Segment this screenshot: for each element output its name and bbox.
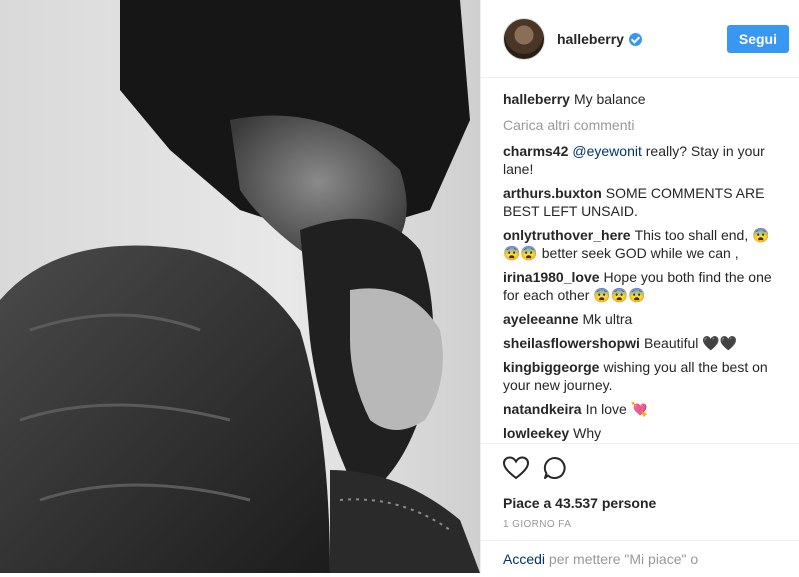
header-username[interactable]: halleberry [557, 31, 624, 47]
comment-mention[interactable]: @eyewonit [572, 143, 641, 159]
comment-icon[interactable] [543, 456, 567, 485]
comment-item: irina1980_love Hope you both find the one… [503, 268, 775, 304]
comment-username[interactable]: charms42 [503, 143, 568, 159]
comment-item: ayeleeanne Mk ultra [503, 310, 775, 328]
login-prompt-text: per mettere "Mi piace" o [545, 551, 699, 567]
comment-username[interactable]: onlytruthover_here [503, 227, 631, 243]
login-prompt: Accedi per mettere "Mi piace" o [481, 540, 799, 577]
comment-username[interactable]: lowleekey [503, 425, 569, 441]
caption-username[interactable]: halleberry [503, 91, 570, 107]
comment-item: charms42 @eyewonit really? Stay in your l… [503, 142, 775, 178]
follow-button[interactable]: Segui [726, 24, 789, 53]
caption-text: My balance [573, 91, 646, 107]
avatar[interactable] [503, 17, 545, 60]
post-photo[interactable] [0, 0, 480, 573]
verified-badge-icon [628, 33, 642, 46]
comment-username[interactable]: sheilasflowershopwi [503, 335, 640, 351]
action-icons [502, 456, 777, 485]
comment-username[interactable]: irina1980_love [503, 269, 600, 285]
post-actions: Piace a 43.537 persone 1 GIORNO FA [481, 443, 799, 530]
comment-username[interactable]: arthurs.buxton [503, 185, 602, 201]
comment-item: onlytruthover_here This too shall end, 😨😨… [503, 226, 775, 262]
instagram-post: halleberry Segui halleberry My balance Ca… [0, 0, 799, 573]
post-header: halleberry Segui [481, 0, 799, 78]
comment-text: Mk ultra [582, 311, 633, 327]
load-more-comments[interactable]: Carica altri commenti [503, 116, 775, 134]
likes-count[interactable]: Piace a 43.537 persone [503, 495, 777, 511]
comment-item: natandkeira In love 💘 [503, 400, 775, 418]
comment-text: Why [573, 425, 602, 441]
login-link[interactable]: Accedi [503, 551, 545, 567]
comment-username[interactable]: natandkeira [503, 401, 582, 417]
comment-username[interactable]: kingbiggeorge [503, 359, 599, 375]
comment-item: kingbiggeorge wishing you all the best on… [503, 358, 775, 394]
post-sidebar: halleberry Segui halleberry My balance Ca… [480, 0, 799, 573]
post-timestamp: 1 GIORNO FA [503, 519, 572, 530]
comment-text: Beautiful 🖤🖤 [643, 335, 738, 351]
comment-username[interactable]: ayeleeanne [503, 311, 579, 327]
comments-list: halleberry My balance Carica altri commen… [481, 78, 799, 442]
heart-icon[interactable] [502, 456, 530, 485]
comment-text: In love 💘 [585, 401, 649, 417]
comment-item: arthurs.buxton SOME COMMENTS ARE BEST LEF… [503, 184, 775, 220]
comment-item: sheilasflowershopwi Beautiful 🖤🖤 [503, 334, 775, 352]
photo-image [0, 0, 480, 573]
caption: halleberry My balance [503, 90, 775, 108]
comment-item: lowleekey Why [503, 424, 775, 442]
